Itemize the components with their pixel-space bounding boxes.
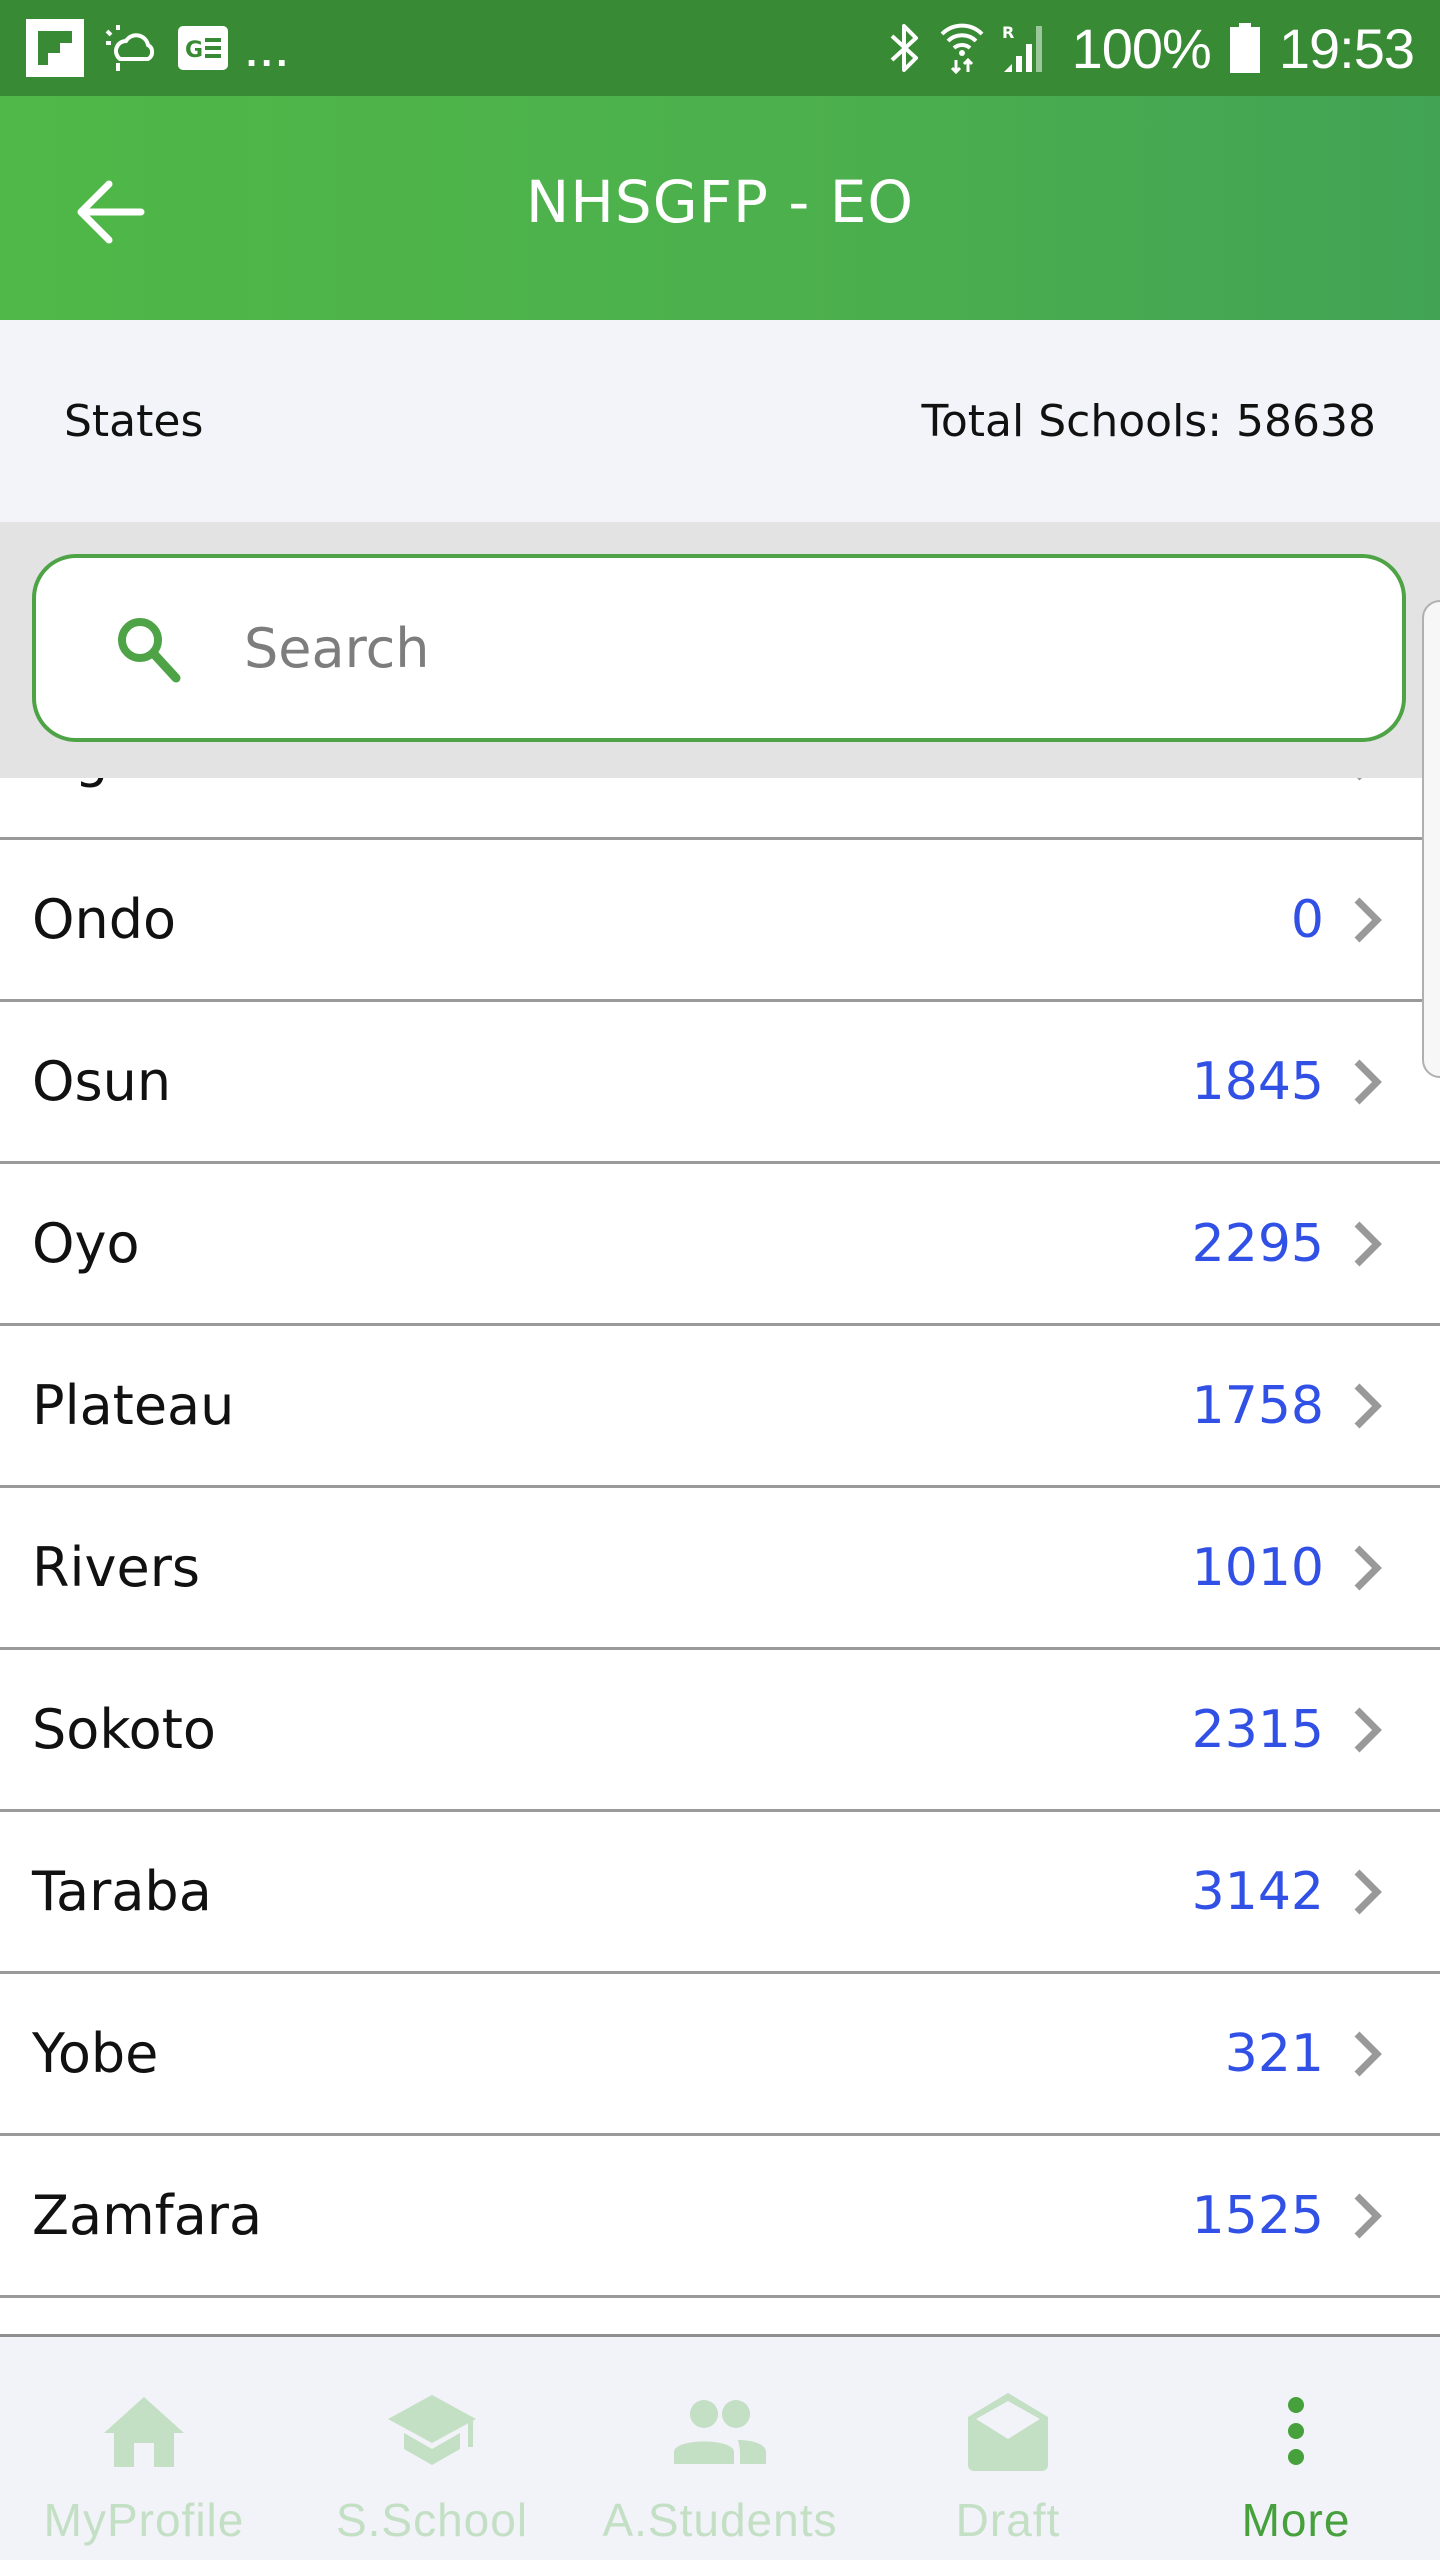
state-row-right: 0 <box>1291 778 1384 788</box>
state-row-right: 1010 <box>1192 1538 1384 1598</box>
search-box[interactable] <box>32 554 1406 742</box>
page-title: NHSGFP - EO <box>525 168 915 236</box>
google-news-icon: G <box>178 26 228 70</box>
state-name: Osun <box>32 1050 172 1113</box>
state-row-right: 1758 <box>1192 1376 1384 1436</box>
school-count: 1010 <box>1191 1537 1324 1598</box>
chevron-right-icon <box>1350 2028 1384 2080</box>
nav-item-draft[interactable]: Draft <box>864 2337 1152 2547</box>
status-bar: G ... R 100% 19:53 <box>0 0 1440 96</box>
status-bar-notifications: G ... <box>26 19 291 77</box>
state-row-right: 321 <box>1225 2024 1384 2084</box>
school-count: 1758 <box>1191 1375 1324 1436</box>
nav-label: A.Students <box>602 2494 838 2546</box>
chevron-right-icon <box>1350 1218 1384 1270</box>
state-row[interactable]: Ogun 0 <box>0 778 1440 840</box>
nav-item-more[interactable]: More <box>1152 2337 1440 2547</box>
state-row[interactable]: Plateau 1758 <box>0 1326 1440 1488</box>
school-count: 3142 <box>1191 1861 1324 1922</box>
more-vertical-icon <box>1286 2383 1306 2479</box>
states-list-content: Ogun 0 Ondo 0 Osun 1845 Oyo 2295 Plateau 1758 Rive… <box>0 778 1440 2298</box>
wifi-icon <box>940 22 984 74</box>
state-row-right: 1525 <box>1192 2186 1384 2246</box>
school-count: 0 <box>1290 889 1324 950</box>
weather-icon <box>102 23 160 73</box>
state-name: Zamfara <box>32 2184 263 2247</box>
roaming-signal-icon: R <box>1002 22 1054 74</box>
state-name: Ondo <box>32 888 177 951</box>
school-count: 1525 <box>1191 2185 1324 2246</box>
school-count: 321 <box>1224 2023 1324 2084</box>
state-row[interactable]: Zamfara 1525 <box>0 2136 1440 2298</box>
battery-icon <box>1229 23 1261 73</box>
search-area <box>0 522 1440 778</box>
summary-header: States Total Schools: 58638 <box>0 320 1440 522</box>
state-row-right: 2295 <box>1192 1214 1384 1274</box>
school-count: 1845 <box>1191 1051 1324 1112</box>
battery-percent: 100% <box>1071 16 1212 80</box>
state-name: Sokoto <box>32 1698 216 1761</box>
state-name: Plateau <box>32 1374 235 1437</box>
students-icon <box>672 2383 768 2479</box>
state-name: Oyo <box>32 1212 140 1275</box>
chevron-right-icon <box>1350 1380 1384 1432</box>
chevron-right-icon <box>1350 778 1384 784</box>
state-row[interactable]: Oyo 2295 <box>0 1164 1440 1326</box>
school-count: 2315 <box>1191 1699 1324 1760</box>
school-cap-icon <box>386 2383 478 2479</box>
state-row[interactable]: Ondo 0 <box>0 840 1440 1002</box>
svg-text:G: G <box>185 38 203 63</box>
flipboard-icon <box>26 19 84 77</box>
nav-label: Draft <box>955 2494 1061 2546</box>
clock: 19:53 <box>1278 16 1415 80</box>
more-notifications-indicator: ... <box>246 30 292 75</box>
chevron-right-icon <box>1350 1056 1384 1108</box>
total-schools-label: Total Schools: 58638 <box>921 395 1376 447</box>
drafts-icon <box>966 2383 1050 2479</box>
state-name: Taraba <box>32 1860 212 1923</box>
state-row-right: 0 <box>1291 890 1384 950</box>
state-name: Yobe <box>32 2022 159 2085</box>
chevron-right-icon <box>1350 1542 1384 1594</box>
chevron-right-icon <box>1350 1704 1384 1756</box>
state-name: Rivers <box>32 1536 201 1599</box>
state-row[interactable]: Yobe 321 <box>0 1974 1440 2136</box>
search-input[interactable] <box>244 616 1244 680</box>
scrollbar-thumb[interactable] <box>1422 600 1440 1078</box>
nav-label: MyProfile <box>43 2494 245 2546</box>
school-count: 2295 <box>1191 1213 1324 1274</box>
school-count: 0 <box>1291 778 1324 788</box>
state-row[interactable]: Osun 1845 <box>0 1002 1440 1164</box>
svg-text:R: R <box>1002 23 1014 42</box>
chevron-right-icon <box>1350 1866 1384 1918</box>
nav-item-s-school[interactable]: S.School <box>288 2337 576 2547</box>
bottom-navigation: MyProfile S.School A.Students Draft More <box>0 2334 1440 2560</box>
state-row[interactable]: Rivers 1010 <box>0 1488 1440 1650</box>
status-bar-system: R 100% 19:53 <box>888 16 1415 81</box>
chevron-right-icon <box>1350 2190 1384 2242</box>
state-row-right: 3142 <box>1192 1862 1384 1922</box>
chevron-right-icon <box>1350 894 1384 946</box>
search-icon <box>108 608 188 688</box>
state-row-right: 1845 <box>1192 1052 1384 1112</box>
state-name: Ogun <box>32 778 177 789</box>
states-label: States <box>64 395 204 447</box>
bluetooth-icon <box>888 22 922 74</box>
nav-item-myprofile[interactable]: MyProfile <box>0 2337 288 2547</box>
nav-label: More <box>1241 2494 1351 2546</box>
nav-item-a-students[interactable]: A.Students <box>576 2337 864 2547</box>
state-row[interactable]: Taraba 3142 <box>0 1812 1440 1974</box>
state-row[interactable]: Sokoto 2315 <box>0 1650 1440 1812</box>
state-row-right: 2315 <box>1192 1700 1384 1760</box>
nav-label: S.School <box>335 2494 529 2546</box>
app-bar: NHSGFP - EO <box>0 96 1440 320</box>
home-icon <box>102 2383 186 2479</box>
states-list[interactable]: Ogun 0 Ondo 0 Osun 1845 Oyo 2295 Plateau 1758 Rive… <box>0 778 1440 2334</box>
